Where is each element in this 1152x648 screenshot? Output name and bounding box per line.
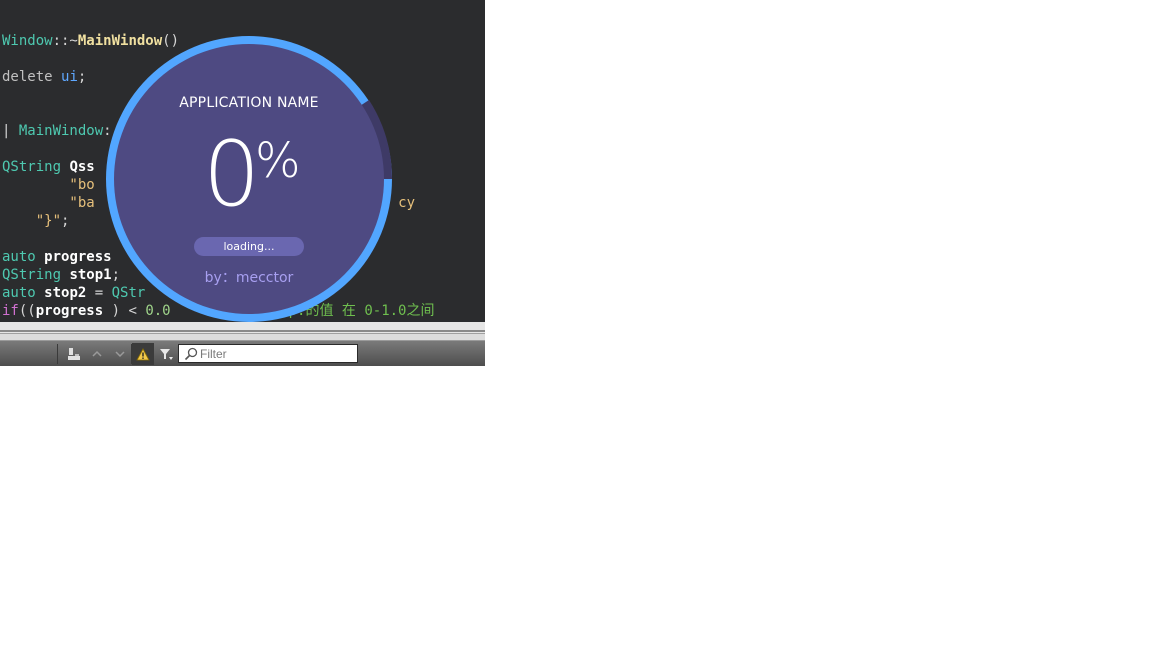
code-token: MainWindow	[18, 123, 104, 139]
percent-readout: 0 %	[203, 122, 301, 227]
up-arrow-icon[interactable]	[86, 343, 108, 365]
code-token: QString	[2, 267, 70, 283]
code-token: |	[2, 123, 19, 139]
code-token: "bo	[2, 177, 95, 193]
code-line: QString Qss	[2, 158, 95, 176]
code-line: "bo	[2, 176, 95, 194]
filter-input[interactable]	[198, 346, 350, 361]
search-icon	[184, 347, 198, 361]
code-line: auto progress	[2, 248, 112, 266]
percent-value: 0	[203, 122, 260, 227]
code-token: QString	[2, 159, 70, 175]
filter-funnel-icon[interactable]	[155, 343, 177, 365]
code-token: auto	[2, 249, 45, 265]
code-token: ;	[77, 69, 87, 85]
build-icon[interactable]	[63, 343, 85, 365]
code-token: if	[2, 303, 19, 319]
scrollbar-track	[0, 330, 485, 332]
loading-widget: APPLICATION NAME 0 % loading... by：mecct…	[99, 29, 399, 329]
warning-icon[interactable]	[132, 343, 154, 365]
code-token: Qss	[69, 159, 95, 175]
toolbar-separator	[57, 344, 58, 364]
code-line: "}";	[2, 212, 70, 230]
code-token: delete	[2, 69, 62, 85]
code-token: ((	[18, 303, 36, 319]
code-token: auto	[2, 285, 45, 301]
code-token: progress	[35, 303, 104, 319]
code-token: stop2	[44, 285, 87, 301]
author-credit: by：mecctor	[204, 270, 294, 286]
filter-field[interactable]	[178, 344, 358, 363]
code-token: ::~	[52, 33, 78, 49]
code-token: ;	[61, 213, 70, 229]
code-token: "ba	[2, 195, 95, 211]
loading-label: loading...	[194, 237, 304, 256]
percent-sign: %	[255, 133, 301, 189]
code-token: ui	[61, 69, 78, 85]
code-line: | MainWindow:	[2, 122, 112, 140]
code-token: "}"	[2, 213, 62, 229]
issues-toolbar	[0, 340, 485, 366]
down-arrow-icon[interactable]	[109, 343, 131, 365]
application-name: APPLICATION NAME	[179, 95, 319, 111]
code-line: delete ui;	[2, 68, 86, 86]
code-token: Window	[2, 33, 53, 49]
